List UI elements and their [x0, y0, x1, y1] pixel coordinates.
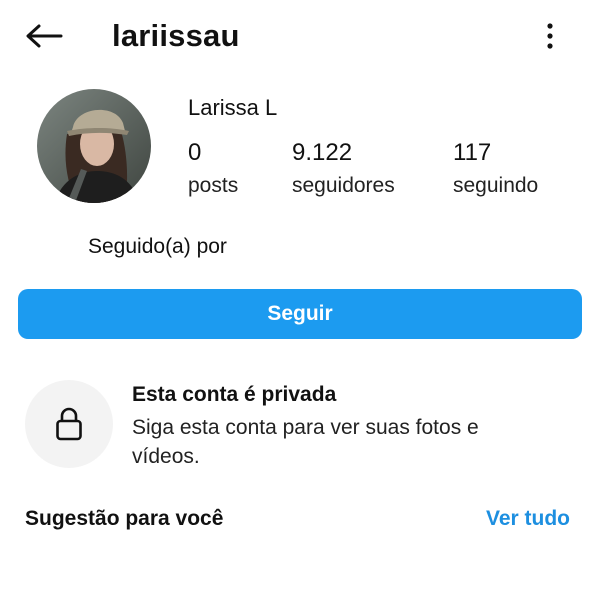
following-label: seguindo [453, 174, 539, 197]
followed-by-text[interactable]: Seguido(a) por [88, 233, 227, 261]
profile-display-name: Larissa L [188, 95, 278, 120]
posts-stat[interactable]: 0 posts [188, 138, 238, 200]
arrow-left-icon [26, 24, 63, 48]
profile-avatar[interactable] [37, 89, 151, 203]
posts-label: posts [188, 174, 239, 197]
more-vertical-icon [547, 23, 553, 49]
followers-count: 9.122 [292, 139, 353, 166]
following-stat[interactable]: 117 seguindo [453, 138, 538, 200]
suggestions-title: Sugestão para você [25, 507, 224, 530]
back-button[interactable] [22, 14, 66, 58]
following-count: 117 [453, 139, 492, 166]
followers-stat[interactable]: 9.122 seguidores [292, 138, 395, 200]
see-all-link[interactable]: Ver tudo [486, 505, 570, 533]
followers-label: seguidores [292, 174, 395, 197]
profile-username: lariissau [112, 18, 240, 53]
posts-count: 0 [188, 139, 202, 166]
follow-button[interactable]: Seguir [18, 289, 582, 339]
private-account-title: Esta conta é privada [132, 383, 337, 406]
private-account-description: Siga esta conta para ver suas fotos e ví… [132, 416, 479, 468]
lock-icon [56, 407, 82, 441]
private-account-lock-badge [25, 380, 113, 468]
more-options-button[interactable] [530, 14, 570, 58]
